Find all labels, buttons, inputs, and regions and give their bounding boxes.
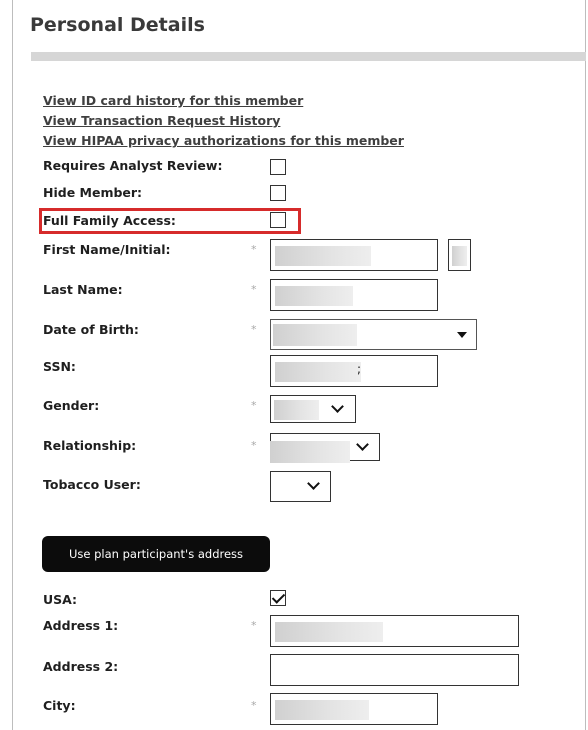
- redacted-value: [452, 246, 467, 266]
- relationship-label: Relationship:: [43, 438, 137, 453]
- city-input[interactable]: [270, 693, 438, 725]
- section-divider: [31, 52, 586, 61]
- last-name-required-icon: *: [251, 283, 257, 296]
- view-id-card-history-link[interactable]: View ID card history for this member: [43, 93, 303, 108]
- requires-analyst-review-checkbox[interactable]: [270, 159, 286, 175]
- address2-input[interactable]: [270, 654, 519, 686]
- date-of-birth-label: Date of Birth:: [43, 322, 139, 337]
- address2-label: Address 2:: [43, 659, 119, 674]
- first-name-label: First Name/Initial:: [43, 242, 171, 257]
- chevron-down-icon: [331, 400, 344, 413]
- redacted-value: [273, 324, 357, 346]
- address1-required-icon: *: [251, 619, 257, 632]
- ssn-input[interactable]: ;: [270, 355, 438, 387]
- ssn-label: SSN:: [43, 359, 76, 374]
- gender-label: Gender:: [43, 398, 100, 413]
- usa-label: USA:: [43, 592, 78, 607]
- city-required-icon: *: [251, 699, 257, 712]
- gender-select[interactable]: [270, 395, 356, 423]
- ssn-partial-text: ;: [357, 362, 362, 376]
- date-of-birth-select[interactable]: [270, 319, 477, 350]
- redacted-value: [270, 441, 350, 463]
- tobacco-user-label: Tobacco User:: [43, 477, 141, 492]
- redacted-value: [275, 622, 383, 642]
- redacted-value: [275, 286, 353, 306]
- middle-initial-input[interactable]: [448, 239, 471, 271]
- first-name-required-icon: *: [251, 243, 257, 256]
- requires-analyst-review-label: Requires Analyst Review:: [43, 158, 223, 173]
- hide-member-label: Hide Member:: [43, 185, 143, 200]
- chevron-down-icon: [356, 438, 369, 451]
- view-hipaa-authorizations-link[interactable]: View HIPAA privacy authorizations for th…: [43, 133, 404, 148]
- gender-required-icon: *: [251, 399, 257, 412]
- full-family-access-checkbox[interactable]: [270, 212, 286, 228]
- city-label: City:: [43, 698, 76, 713]
- date-of-birth-required-icon: *: [251, 323, 257, 336]
- redacted-value: [275, 246, 371, 266]
- relationship-select[interactable]: [270, 433, 380, 463]
- address1-input[interactable]: [270, 615, 519, 647]
- section-title: Personal Details: [30, 14, 205, 36]
- view-transaction-history-link[interactable]: View Transaction Request History: [43, 113, 280, 128]
- personal-details-panel: Personal Details View ID card history fo…: [12, 0, 586, 730]
- full-family-access-label: Full Family Access:: [43, 213, 176, 228]
- usa-checkbox[interactable]: [270, 590, 286, 606]
- chevron-down-icon: [307, 477, 320, 490]
- hide-member-checkbox[interactable]: [270, 185, 286, 201]
- tobacco-user-select[interactable]: [270, 471, 331, 502]
- redacted-value: [275, 362, 361, 382]
- redacted-value: [274, 400, 319, 420]
- dropdown-arrow-icon: [457, 332, 467, 338]
- first-name-input[interactable]: [270, 239, 438, 271]
- last-name-input[interactable]: [270, 279, 438, 311]
- relationship-required-icon: *: [251, 439, 257, 452]
- address1-label: Address 1:: [43, 618, 119, 633]
- redacted-value: [275, 700, 369, 720]
- last-name-label: Last Name:: [43, 282, 123, 297]
- use-plan-participant-address-button[interactable]: Use plan participant's address: [42, 536, 270, 572]
